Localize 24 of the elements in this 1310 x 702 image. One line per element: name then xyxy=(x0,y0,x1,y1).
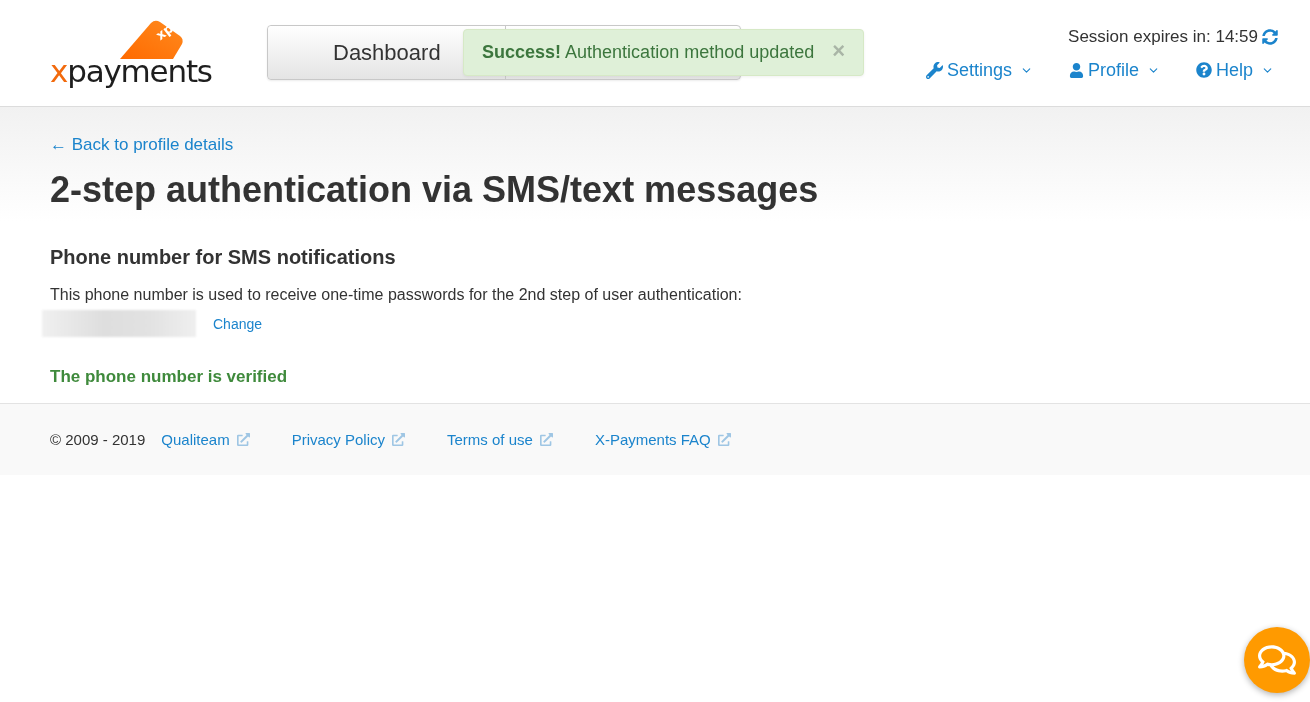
menu-dropdown[interactable]: Help xyxy=(1195,59,1274,81)
menu-dropdown[interactable]: Settings xyxy=(925,59,1033,81)
wrench-icon xyxy=(925,61,943,79)
change-link[interactable]: Change xyxy=(213,315,263,332)
logo-wordmark: xpayments xyxy=(50,56,213,86)
footer-link[interactable]: X-Payments FAQ xyxy=(594,431,731,448)
copyright-text: © 2009 - 2019 xyxy=(50,431,146,448)
help-icon xyxy=(1195,62,1212,78)
section-heading: Phone number for SMS notifications xyxy=(50,245,397,269)
description-text: This phone number is used to receive one-time passwords for the 2nd step of user authentication: xyxy=(50,285,743,305)
refresh-icon[interactable] xyxy=(1262,29,1278,45)
nav-button[interactable]: Dashboard xyxy=(268,26,463,79)
footer-link[interactable]: Privacy Policy xyxy=(291,431,406,448)
menu-dropdown[interactable]: Profile xyxy=(1068,59,1160,81)
page-title: 2-step authentication via SMS/text messages xyxy=(50,168,820,212)
session-timer: Session expires in: 14:59 xyxy=(1068,27,1258,47)
user-icon xyxy=(1068,62,1084,78)
logo-tag-icon xyxy=(120,19,184,59)
back-link[interactable]: ← Back to profile details xyxy=(50,135,234,155)
footer-link[interactable]: Terms of use xyxy=(447,431,553,448)
footer-link[interactable]: Qualiteam xyxy=(161,431,250,448)
verification-status: The phone number is verified xyxy=(50,366,288,388)
chat-button[interactable] xyxy=(1244,627,1310,693)
alert-message: Success! Authentication method updated xyxy=(482,42,815,63)
